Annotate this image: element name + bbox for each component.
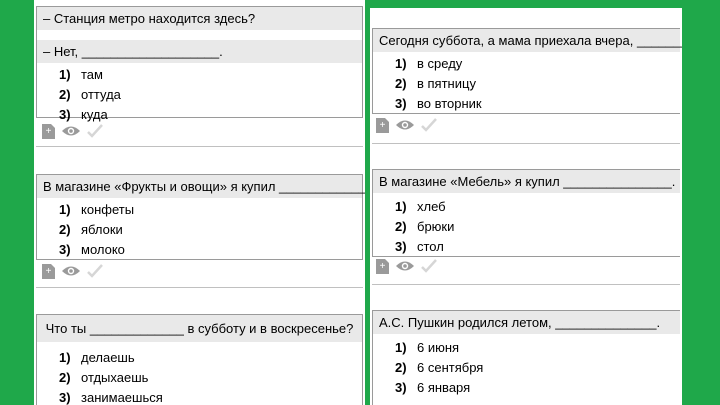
answer-option[interactable]: 2) в пятницу <box>395 74 680 94</box>
answer-options: 1) конфеты 2) яблоки 3) молоко <box>37 198 362 260</box>
question-text: В магазине «Мебель» я купил ____________… <box>373 170 680 193</box>
add-note-icon[interactable]: + <box>42 263 55 279</box>
answer-options: 1) там 2) оттуда 3) куда <box>37 63 362 125</box>
answer-option[interactable]: 2) яблоки <box>59 220 362 240</box>
answer-option[interactable]: 1) конфеты <box>59 200 362 220</box>
checkmark-icon[interactable] <box>87 124 103 138</box>
question-toolbar: + <box>42 261 103 281</box>
checkmark-icon[interactable] <box>421 118 437 132</box>
eye-icon[interactable] <box>61 124 81 138</box>
eye-icon[interactable] <box>61 264 81 278</box>
eye-icon[interactable] <box>395 118 415 132</box>
answer-options: 1) делаешь 2) отдыхаешь 3) занимаешься <box>37 342 362 405</box>
answer-option[interactable]: 2) оттуда <box>59 85 362 105</box>
answer-options: 1) в среду 2) в пятницу 3) во вторник <box>373 52 680 114</box>
question-card-6: А.С. Пушкин родился летом, _____________… <box>372 310 680 405</box>
divider <box>372 284 680 285</box>
answer-option[interactable]: 1) хлеб <box>395 197 680 217</box>
answer-option[interactable]: 1) там <box>59 65 362 85</box>
answer-option[interactable]: 3) стол <box>395 237 680 257</box>
right-panel: Сегодня суббота, а мама приехала вчера, … <box>370 8 682 405</box>
add-note-icon[interactable]: + <box>376 258 389 274</box>
question-card-5: В магазине «Мебель» я купил ____________… <box>372 169 680 257</box>
question-toolbar: + <box>376 115 437 135</box>
question-card-3: Что ты _____________ в субботу и в воскр… <box>36 314 363 405</box>
question-text: Что ты _____________ в субботу и в воскр… <box>37 315 362 342</box>
answer-option[interactable]: 2) брюки <box>395 217 680 237</box>
divider <box>372 143 680 144</box>
add-note-icon[interactable]: + <box>42 123 55 139</box>
answer-option[interactable]: 2) отдыхаешь <box>59 368 362 388</box>
add-note-icon[interactable]: + <box>376 117 389 133</box>
divider <box>36 146 363 147</box>
answer-option[interactable]: 3) во вторник <box>395 94 680 114</box>
question-card-4: Сегодня суббота, а мама приехала вчера, … <box>372 28 682 114</box>
answer-option[interactable]: 3) занимаешься <box>59 388 362 405</box>
left-panel: – Станция метро находится здесь? – Нет, … <box>34 0 365 405</box>
question-card-2: В магазине «Фрукты и овощи» я купил ____… <box>36 174 365 260</box>
answer-option[interactable]: 1) делаешь <box>59 348 362 368</box>
answer-options: 1) 6 июня 2) 6 сентября 3) 6 января <box>373 334 680 398</box>
answer-options: 1) хлеб 2) брюки 3) стол <box>373 193 680 257</box>
question-text: Сегодня суббота, а мама приехала вчера, … <box>373 29 682 52</box>
question-line-1: – Станция метро находится здесь? <box>37 7 362 30</box>
question-card-1: – Станция метро находится здесь? – Нет, … <box>36 6 363 122</box>
answer-option[interactable]: 1) 6 июня <box>395 338 680 358</box>
question-line-2: – Нет, ___________________. <box>37 40 362 63</box>
question-toolbar: + <box>376 256 437 276</box>
answer-option[interactable]: 3) молоко <box>59 240 362 260</box>
eye-icon[interactable] <box>395 259 415 273</box>
checkmark-icon[interactable] <box>421 259 437 273</box>
question-text: А.С. Пушкин родился летом, _____________… <box>373 311 680 334</box>
question-toolbar: + <box>42 121 103 141</box>
checkmark-icon[interactable] <box>87 264 103 278</box>
question-text: В магазине «Фрукты и овощи» я купил ____… <box>37 175 365 198</box>
answer-option[interactable]: 2) 6 сентября <box>395 358 680 378</box>
answer-option[interactable]: 1) в среду <box>395 54 680 74</box>
divider <box>36 287 363 288</box>
answer-option[interactable]: 3) 6 января <box>395 378 680 398</box>
answer-option[interactable]: 3) куда <box>59 105 362 125</box>
